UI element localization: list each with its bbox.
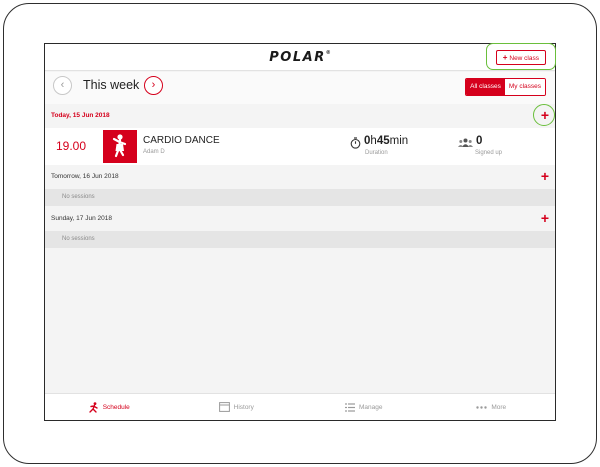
class-time: 19.00 (56, 139, 87, 153)
duration-label: Duration (365, 150, 388, 156)
nav-history[interactable]: History (173, 394, 301, 420)
no-sessions-label: No sessions (62, 194, 95, 200)
duration-minutes-unit: min (389, 135, 409, 147)
previous-week-button[interactable]: ‹ (53, 76, 72, 95)
nav-more[interactable]: More (428, 394, 556, 420)
runner-icon (88, 401, 98, 413)
next-week-button[interactable]: › (144, 76, 163, 95)
signed-up-count: 0 (476, 135, 483, 147)
week-navigation: ‹ This week › All classes My classes (45, 72, 555, 104)
signed-up-label: Signed up (475, 150, 503, 156)
top-bar: POLAR® + New class (45, 44, 555, 71)
more-dots-icon (476, 405, 488, 409)
dancer-icon (112, 134, 127, 158)
polar-logo: POLAR® (45, 50, 555, 65)
calendar-icon (218, 402, 230, 412)
add-class-tomorrow-button[interactable]: + (541, 168, 549, 184)
nav-manage[interactable]: Manage (300, 394, 428, 420)
chevron-right-icon: › (151, 79, 156, 91)
bottom-navigation: Schedule History Manage More (45, 393, 555, 420)
logo-text: POLAR (269, 50, 326, 65)
day-header-sunday: Sunday, 17 Jun 2018 + (45, 209, 555, 230)
day-date: Tomorrow, 16 Jun 2018 (51, 173, 119, 180)
no-sessions-label: No sessions (62, 236, 95, 242)
nav-manage-label: Manage (359, 403, 383, 411)
duration-minutes: 45 (376, 135, 390, 147)
new-class-highlight (486, 43, 556, 70)
day-header-tomorrow: Tomorrow, 16 Jun 2018 + (45, 167, 555, 188)
my-classes-tab[interactable]: My classes (504, 79, 545, 95)
dance-class-thumbnail (103, 130, 137, 163)
registered-mark: ® (325, 50, 331, 56)
list-icon (345, 402, 355, 412)
app-screen: POLAR® + New class ‹ This week › All clas… (44, 43, 556, 421)
class-row[interactable]: 19.00 CARDIO DANCE Adam D 0h45min Durati… (45, 128, 555, 165)
class-name: CARDIO DANCE (143, 135, 220, 146)
people-icon (458, 138, 473, 147)
stopwatch-icon (350, 137, 361, 149)
day-header-today: Today, 15 Jun 2018 + (45, 106, 555, 127)
add-class-sunday-button[interactable]: + (541, 210, 549, 226)
duration-value: 0h45min (364, 135, 408, 147)
chevron-left-icon: ‹ (60, 79, 65, 91)
class-instructor: Adam D (143, 149, 165, 155)
day-date: Today, 15 Jun 2018 (51, 112, 110, 119)
nav-schedule-label: Schedule (102, 403, 130, 411)
no-sessions-row: No sessions (45, 189, 555, 206)
nav-history-label: History (233, 403, 254, 411)
day-date: Sunday, 17 Jun 2018 (51, 215, 112, 222)
nav-more-label: More (491, 403, 507, 411)
nav-schedule[interactable]: Schedule (45, 394, 173, 420)
class-filter-toggle: All classes My classes (465, 78, 546, 96)
week-title: This week (83, 78, 140, 92)
no-sessions-row: No sessions (45, 231, 555, 248)
all-classes-tab[interactable]: All classes (466, 79, 505, 95)
add-class-highlight (533, 104, 555, 126)
